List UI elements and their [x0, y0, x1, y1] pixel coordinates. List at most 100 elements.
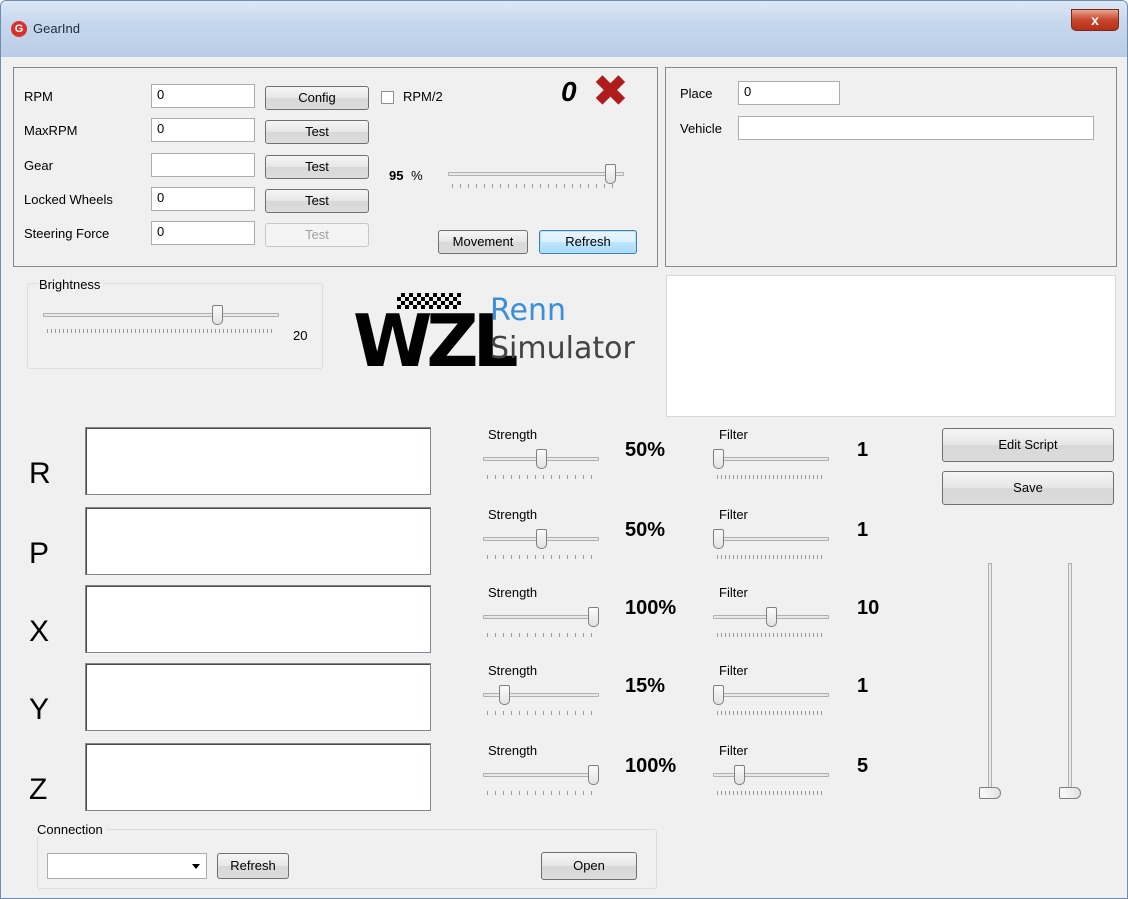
- steering-force-label: Steering Force: [24, 226, 110, 241]
- maxrpm-label: MaxRPM: [24, 123, 78, 138]
- app-window: G GearInd x RPM 0 Config RPM/2 0 ✖ MaxRP…: [0, 0, 1128, 899]
- rpm-field[interactable]: 0: [151, 84, 255, 108]
- filter-value: 1: [857, 439, 869, 461]
- refresh-button[interactable]: Refresh: [539, 230, 637, 254]
- status-value: 0: [561, 76, 577, 107]
- vertical-slider-1-rail: [988, 563, 992, 799]
- filter-slider-rail: [713, 537, 829, 541]
- filter-slider-thumb[interactable]: [713, 449, 724, 469]
- filter-slider[interactable]: [713, 527, 829, 561]
- strength-slider-thumb[interactable]: [536, 449, 547, 469]
- filter-slider-thumb[interactable]: [734, 765, 745, 785]
- movement-button[interactable]: Movement: [438, 230, 528, 254]
- strength-slider-thumb[interactable]: [536, 529, 547, 549]
- logo-line-1: Renn: [490, 293, 566, 328]
- strength-slider-rail: [483, 615, 599, 619]
- edit-script-button[interactable]: Edit Script: [942, 428, 1114, 462]
- connection-select[interactable]: [47, 853, 207, 879]
- strength-label: Strength: [488, 585, 538, 600]
- filter-slider-thumb[interactable]: [713, 685, 724, 705]
- filter-label: Filter: [719, 663, 748, 678]
- filter-slider-rail: [713, 773, 829, 777]
- maxrpm-field[interactable]: 0: [151, 118, 255, 142]
- filter-slider-ticks: [717, 711, 825, 715]
- strength-slider-thumb[interactable]: [588, 607, 599, 627]
- filter-slider[interactable]: [713, 683, 829, 717]
- logo-mark: WZL: [353, 299, 518, 383]
- filter-value: 10: [857, 597, 880, 619]
- brightness-slider[interactable]: [43, 303, 279, 333]
- strength-value: 50%: [625, 439, 666, 461]
- axis-letter: R: [29, 457, 51, 490]
- save-button[interactable]: Save: [942, 471, 1114, 505]
- vehicle-field[interactable]: [738, 116, 1094, 140]
- filter-slider-ticks: [717, 633, 825, 637]
- test-steering-button[interactable]: Test: [265, 223, 369, 247]
- connection-label: Connection: [37, 822, 106, 837]
- filter-slider-thumb[interactable]: [713, 529, 724, 549]
- rpm2-label: RPM/2: [403, 89, 443, 104]
- telemetry-panel: RPM 0 Config RPM/2 0 ✖ MaxRPM 0 Test Gea…: [13, 67, 658, 267]
- axis-display: [85, 427, 431, 495]
- strength-label: Strength: [488, 663, 538, 678]
- strength-slider-ticks: [487, 633, 595, 637]
- strength-slider-ticks: [487, 711, 595, 715]
- steering-force-field[interactable]: 0: [151, 221, 255, 245]
- vehicle-label: Vehicle: [680, 121, 722, 136]
- percent-number: 95: [389, 168, 404, 183]
- chevron-down-icon[interactable]: [192, 864, 200, 869]
- strength-slider[interactable]: [483, 763, 599, 797]
- x-icon: ✖: [592, 67, 629, 116]
- strength-slider[interactable]: [483, 683, 599, 717]
- connection-refresh-button[interactable]: Refresh: [217, 853, 289, 879]
- vertical-slider-1-thumb[interactable]: [979, 787, 1001, 799]
- window-title: GearInd: [33, 21, 80, 36]
- test-locked-button[interactable]: Test: [265, 189, 369, 213]
- close-button[interactable]: x: [1071, 9, 1119, 31]
- filter-label: Filter: [719, 743, 748, 758]
- test-maxrpm-button[interactable]: Test: [265, 120, 369, 144]
- display-area: [666, 275, 1116, 417]
- strength-value: 15%: [625, 675, 666, 697]
- place-field[interactable]: 0: [738, 81, 840, 105]
- percent-slider[interactable]: [448, 160, 624, 188]
- axis-display: [85, 585, 431, 653]
- gear-field[interactable]: [151, 153, 255, 177]
- filter-slider[interactable]: [713, 605, 829, 639]
- locked-wheels-field[interactable]: 0: [151, 187, 255, 211]
- strength-slider-thumb[interactable]: [499, 685, 510, 705]
- filter-slider-thumb[interactable]: [766, 607, 777, 627]
- filter-label: Filter: [719, 507, 748, 522]
- strength-slider[interactable]: [483, 605, 599, 639]
- vertical-slider-1[interactable]: [975, 563, 1005, 799]
- filter-value: 1: [857, 519, 869, 541]
- place-label: Place: [680, 86, 713, 101]
- filter-slider-ticks: [717, 791, 825, 795]
- vertical-slider-2-rail: [1068, 563, 1072, 799]
- test-gear-button[interactable]: Test: [265, 155, 369, 179]
- title-bar[interactable]: G GearInd x: [1, 1, 1127, 57]
- open-button[interactable]: Open: [541, 852, 637, 880]
- rpm2-checkbox[interactable]: [381, 91, 394, 104]
- filter-slider-ticks: [717, 475, 825, 479]
- axis-display: [85, 507, 431, 575]
- axis-letter: X: [29, 615, 50, 648]
- strength-slider[interactable]: [483, 447, 599, 481]
- strength-slider[interactable]: [483, 527, 599, 561]
- brightness-slider-ticks: [47, 329, 275, 333]
- filter-slider[interactable]: [713, 447, 829, 481]
- strength-value: 50%: [625, 519, 666, 541]
- vertical-slider-2-thumb[interactable]: [1059, 787, 1081, 799]
- strength-slider-thumb[interactable]: [588, 765, 599, 785]
- strength-label: Strength: [488, 507, 538, 522]
- strength-slider-ticks: [487, 475, 595, 479]
- percent-slider-ticks: [452, 184, 620, 188]
- config-button[interactable]: Config: [265, 86, 369, 110]
- axis-display: [85, 663, 431, 731]
- percent-slider-thumb[interactable]: [605, 164, 616, 184]
- axis-display: [85, 743, 431, 811]
- logo-line-2: Simulator: [490, 331, 635, 366]
- vertical-slider-2[interactable]: [1055, 563, 1085, 799]
- brightness-slider-thumb[interactable]: [212, 305, 223, 325]
- filter-slider[interactable]: [713, 763, 829, 797]
